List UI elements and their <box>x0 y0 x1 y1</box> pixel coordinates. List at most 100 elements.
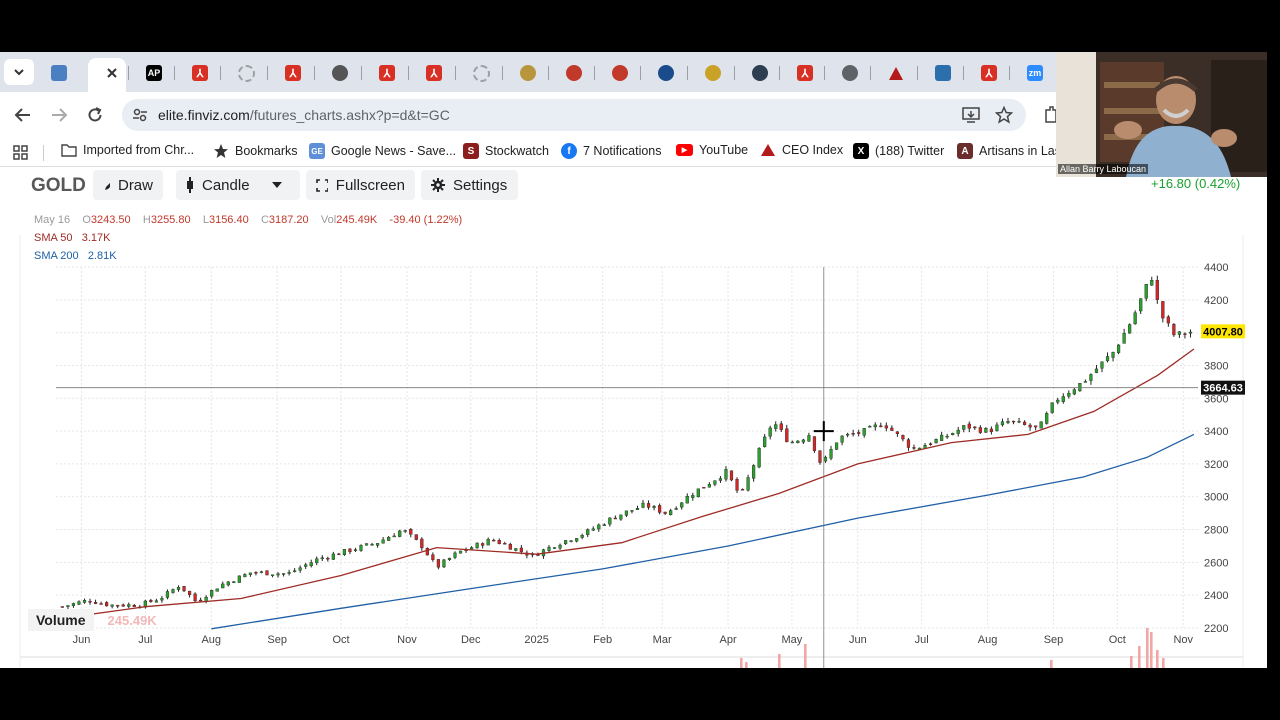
x-tick-label: May <box>782 634 803 646</box>
bookmark-facebook[interactable]: f 7 Notifications <box>561 143 662 159</box>
browser-tab[interactable]: ⅄ <box>969 60 1009 86</box>
candle-down <box>420 538 424 549</box>
bookmark-youtube[interactable]: ▶ YouTube <box>676 143 748 157</box>
sma50-value: 3.17K <box>81 232 111 244</box>
settings-button[interactable]: Settings <box>421 170 518 200</box>
browser-tab[interactable]: ⅄ <box>273 60 313 86</box>
volume-bar <box>1138 646 1141 668</box>
candle-up <box>453 552 457 558</box>
browser-tab[interactable] <box>740 60 780 86</box>
candle-up <box>790 441 794 444</box>
bookmark-bookmarks[interactable]: Bookmarks <box>213 143 298 159</box>
browser-tab[interactable] <box>39 60 79 86</box>
y-tick-label: 3000 <box>1204 492 1228 504</box>
bookmark-google-news[interactable]: GE Google News - Save... <box>309 143 456 159</box>
apps-grid-icon[interactable] <box>13 145 28 160</box>
candle-up <box>1128 324 1132 334</box>
candle-up <box>868 426 872 428</box>
candle-up <box>602 524 606 526</box>
candle-up <box>486 538 490 546</box>
candle-up <box>995 424 999 432</box>
back-button[interactable] <box>11 103 35 127</box>
browser-tab[interactable] <box>554 60 594 86</box>
candle-up <box>1000 421 1005 426</box>
pdf-icon: ⅄ <box>379 65 395 81</box>
browser-tab[interactable] <box>830 60 870 86</box>
browser-tab[interactable]: ⅄ <box>367 60 407 86</box>
price-chart[interactable]: 2200240026002800300032003400360038004000… <box>0 167 1267 668</box>
browser-tab[interactable]: ⅄ <box>180 60 220 86</box>
bookmark-ceo-index[interactable]: CEO Index <box>760 143 843 157</box>
x-tick-label: 2025 <box>524 634 548 646</box>
y-tick-label: 2400 <box>1204 590 1228 602</box>
y-tick-label: 3200 <box>1204 459 1228 471</box>
candle-up <box>840 435 844 443</box>
candle-down <box>1034 425 1038 428</box>
browser-tab[interactable]: zm <box>1015 60 1055 86</box>
candle-down <box>740 488 745 491</box>
candle-up <box>375 543 380 546</box>
star-icon[interactable] <box>995 106 1013 124</box>
forward-arrow-icon <box>52 108 68 122</box>
candle-down <box>431 554 435 560</box>
install-app-icon[interactable] <box>962 107 980 123</box>
browser-tab[interactable] <box>646 60 686 86</box>
browser-tab[interactable] <box>876 60 916 86</box>
forward-button[interactable] <box>47 103 71 127</box>
candle-up <box>619 514 623 520</box>
candle-up <box>691 495 695 498</box>
candle-down <box>702 487 706 489</box>
browser-tab[interactable] <box>461 60 501 86</box>
browser-tab[interactable] <box>693 60 733 86</box>
candle-up <box>1045 413 1049 424</box>
candle-down <box>187 590 192 595</box>
browser-tab[interactable] <box>923 60 963 86</box>
ohlc-readout: May 16 O3243.50 H3255.80 L3156.40 C3187.… <box>34 214 462 226</box>
x-tick-label: Sep <box>1044 634 1064 646</box>
ohlc-close: 3187.20 <box>268 214 309 226</box>
candle-up <box>160 598 164 601</box>
candle-down <box>508 543 512 550</box>
candle-up <box>398 530 402 537</box>
x-tick-label: Oct <box>332 634 349 646</box>
candle-up <box>962 425 966 430</box>
browser-tab[interactable]: ⅄ <box>414 60 454 86</box>
url-text[interactable]: elite.finviz.com/futures_charts.ashx?p=d… <box>158 107 450 123</box>
browser-tab[interactable] <box>600 60 640 86</box>
candle-up <box>447 557 452 560</box>
fullscreen-button[interactable]: Fullscreen <box>306 170 415 200</box>
bookmark-imported[interactable]: Imported from Chr... <box>61 143 194 157</box>
browser-tab[interactable] <box>508 60 548 86</box>
candle-up <box>232 581 236 583</box>
candle-down <box>116 604 120 607</box>
browser-tab[interactable] <box>226 60 266 86</box>
google-news-icon: GE <box>309 143 325 159</box>
browser-tab[interactable]: AP <box>134 60 174 86</box>
bookmark-twitter[interactable]: X (188) Twitter <box>853 143 944 159</box>
coin-icon <box>520 65 536 81</box>
browser-tab[interactable] <box>320 60 360 86</box>
bookmark-label: Google News - Save... <box>331 144 457 158</box>
candle-dropdown[interactable]: Candle <box>176 170 300 200</box>
site-info-icon[interactable] <box>132 107 148 123</box>
reload-button[interactable] <box>83 103 107 127</box>
bookmark-stockwatch[interactable]: S Stockwatch <box>463 143 549 159</box>
address-bar[interactable]: elite.finviz.com/futures_charts.ashx?p=d… <box>122 99 1026 131</box>
bookmark-artisans[interactable]: A Artisans in Las <box>957 143 1061 159</box>
candle-up <box>763 436 767 447</box>
tab-separator <box>870 66 871 80</box>
tab-separator <box>779 66 780 80</box>
draw-button[interactable]: Draw <box>93 170 163 200</box>
browser-tab[interactable]: ⅄ <box>785 60 825 86</box>
volume-label: Volume <box>28 609 94 631</box>
candle-up <box>718 478 723 481</box>
candle-up <box>951 433 955 435</box>
candle-down <box>928 443 933 445</box>
close-tab-button[interactable] <box>99 60 125 86</box>
tab-separator <box>824 66 825 80</box>
pdf-icon: ⅄ <box>426 65 442 81</box>
tab-search-button[interactable] <box>4 59 34 85</box>
youtube-icon: ▶ <box>676 144 693 156</box>
candle-up <box>597 524 601 530</box>
volume-bar <box>1150 632 1153 668</box>
